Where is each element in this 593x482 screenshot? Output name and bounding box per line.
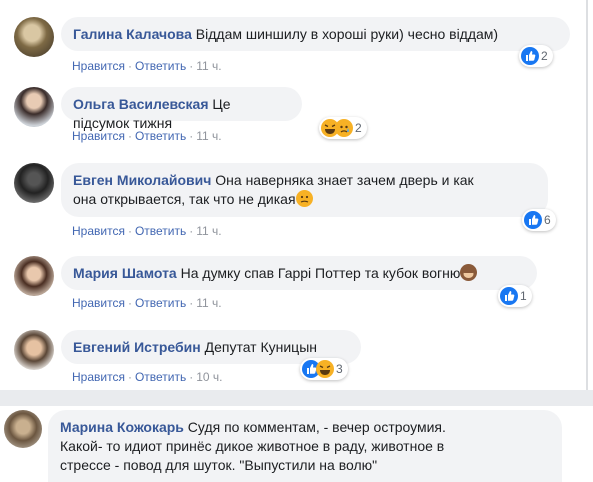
comment-actions: Нравится · Ответить · 11 ч. — [72, 224, 222, 238]
reactions-badge[interactable]: 6 — [522, 209, 556, 231]
separator-dot: · — [127, 59, 132, 73]
separator-dot: · — [127, 370, 132, 384]
separator-dot: · — [189, 370, 194, 384]
section-divider — [0, 390, 593, 406]
comment-text-line: стрессе - повод для шуток. "Выпустили на… — [60, 457, 378, 473]
comment-actions: Нравится · Ответить · 11 ч. — [72, 59, 222, 73]
like-icon — [500, 287, 518, 305]
comments-thread-lower: Марина Кожокарь Судя по комментам, - веч… — [0, 406, 593, 482]
avatar[interactable] — [14, 17, 54, 57]
avatar[interactable] — [4, 410, 42, 448]
monkey-emoji-icon — [460, 264, 478, 281]
comment-text-line: она открывается, так что не дикая — [73, 191, 296, 207]
reply-link[interactable]: Ответить — [135, 129, 186, 143]
reactions-badge[interactable]: 3 — [300, 358, 348, 380]
like-icon — [521, 47, 539, 65]
reactions-count: 2 — [541, 49, 548, 63]
reactions-badge[interactable]: 1 — [498, 285, 532, 307]
comment-bubble: Ольга Василевская Це підсумок тижня — [61, 87, 302, 131]
reply-link[interactable]: Ответить — [135, 224, 186, 238]
comment-bubble: Мария Шамота На думку спав Гаррі Поттер … — [61, 256, 537, 290]
comment-text: На думку спав Гаррі Поттер та кубок вогн… — [180, 265, 461, 281]
like-link[interactable]: Нравится — [72, 296, 125, 310]
comment-time[interactable]: 11 ч. — [196, 224, 221, 238]
like-link[interactable]: Нравится — [72, 129, 125, 143]
comment-author[interactable]: Евген Миколайович — [73, 172, 211, 188]
haha-icon — [316, 360, 334, 378]
comment-author[interactable]: Мария Шамота — [73, 265, 177, 281]
comments-thread: Галина Калачова Віддам шиншилу в хороші … — [0, 0, 588, 390]
separator-dot: · — [189, 129, 194, 143]
reactions-count: 3 — [336, 362, 343, 376]
comment-bubble: Марина Кожокарь Судя по комментам, - веч… — [48, 410, 562, 482]
comment-author[interactable]: Галина Калачова — [73, 26, 192, 42]
comment-time[interactable]: 11 ч. — [196, 296, 221, 310]
separator-dot: · — [189, 59, 194, 73]
comment-author[interactable]: Ольга Василевская — [73, 96, 209, 112]
comment-text: Депутат Куницын — [204, 339, 317, 355]
reactions-badge[interactable]: 2 — [519, 45, 553, 67]
reply-link[interactable]: Ответить — [135, 59, 186, 73]
comment-text-line: Судя по комментам, - вечер остроумия. — [187, 419, 446, 435]
comment-time[interactable]: 10 ч. — [196, 370, 222, 384]
comment-text-line: Она наверняка знает зачем дверь и как — [215, 172, 474, 188]
separator-dot: · — [127, 129, 132, 143]
comment-actions: Нравится · Ответить · 11 ч. — [72, 296, 222, 310]
reactions-badge[interactable]: 2 — [319, 117, 367, 139]
reply-link[interactable]: Ответить — [135, 296, 186, 310]
comment-text-line: Какой- то идиот принёс дикое животное в … — [60, 438, 445, 454]
avatar[interactable] — [14, 256, 54, 296]
comment-bubble: Галина Калачова Віддам шиншилу в хороші … — [61, 17, 570, 51]
reactions-count: 2 — [355, 121, 362, 135]
reactions-count: 6 — [544, 213, 551, 227]
comment-author[interactable]: Марина Кожокарь — [60, 419, 184, 435]
like-link[interactable]: Нравится — [72, 370, 125, 384]
reply-link[interactable]: Ответить — [135, 370, 186, 384]
like-link[interactable]: Нравится — [72, 59, 125, 73]
comment-actions: Нравится · Ответить · 11 ч. — [72, 129, 222, 143]
comment-time[interactable]: 11 ч. — [196, 129, 221, 143]
comment-text: Віддам шиншилу в хороші руки) чесно відд… — [195, 26, 499, 42]
separator-dot: · — [189, 224, 194, 238]
comment-actions: Нравится · Ответить · 10 ч. — [72, 370, 223, 384]
avatar[interactable] — [14, 330, 54, 370]
separator-dot: · — [189, 296, 194, 310]
avatar[interactable] — [14, 87, 54, 127]
confused-emoji-icon — [295, 190, 313, 207]
reactions-count: 1 — [520, 289, 527, 303]
sad-icon — [335, 119, 353, 137]
comment-bubble: Евген Миколайович Она наверняка знает за… — [61, 163, 548, 217]
comment-author[interactable]: Евгений Истребин — [73, 339, 201, 355]
comment-time[interactable]: 11 ч. — [196, 59, 221, 73]
separator-dot: · — [127, 224, 132, 238]
avatar[interactable] — [14, 163, 54, 203]
like-link[interactable]: Нравится — [72, 224, 125, 238]
like-icon — [524, 211, 542, 229]
separator-dot: · — [127, 296, 132, 310]
